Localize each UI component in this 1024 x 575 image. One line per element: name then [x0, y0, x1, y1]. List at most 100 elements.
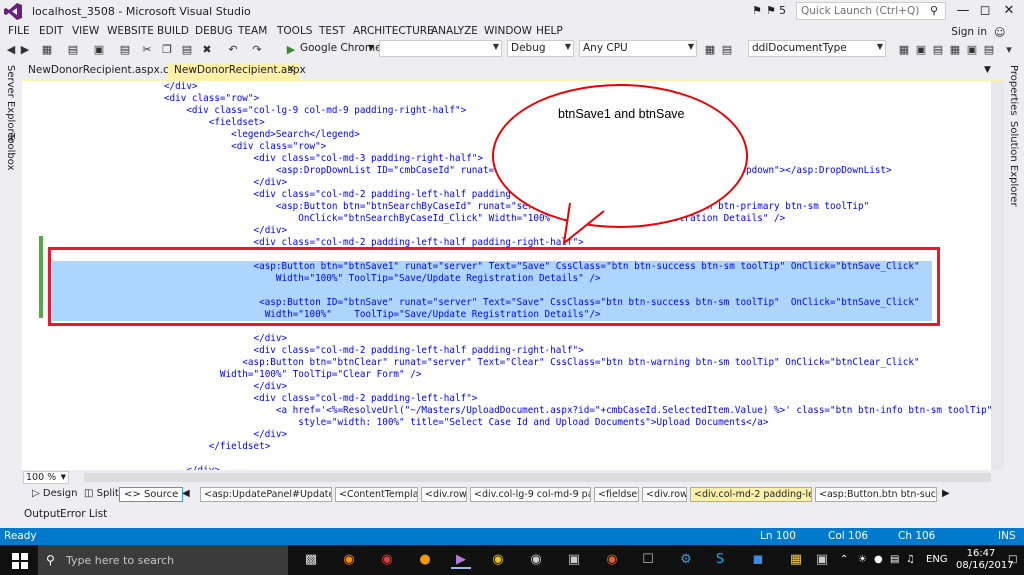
volume-icon[interactable]: ♫ [906, 554, 915, 565]
run-target-dropdown-icon[interactable]: ▼ [368, 43, 374, 52]
taskbar-search-input[interactable]: Type here to search [38, 545, 288, 575]
tab-output[interactable]: Output [24, 508, 60, 520]
tab-aspx[interactable]: NewDonorRecipient.aspx ✕ [168, 63, 306, 79]
breadcrumb-item[interactable]: <ContentTemplate> [335, 487, 418, 502]
close-icon[interactable]: ✕ [287, 64, 295, 75]
toolbar-icon[interactable]: ▤ [720, 43, 734, 56]
sign-in-link[interactable]: Sign in [951, 26, 987, 38]
zoom-combo[interactable]: 100 % ▼ [23, 471, 69, 484]
toolbar-icon[interactable]: ▦ [703, 43, 717, 56]
menu-debug[interactable]: DEBUG [195, 25, 233, 37]
app-icon[interactable]: ▣ [564, 551, 584, 569]
menu-edit[interactable]: EDIT [39, 25, 63, 37]
quick-launch-input[interactable]: Quick Launch (Ctrl+Q) [796, 2, 946, 20]
back-icon[interactable]: ◀ [4, 43, 18, 56]
breadcrumb-item[interactable]: <asp:Button.btn btn-succe...> [815, 487, 937, 502]
platform-combo[interactable]: Any CPU ▼ [579, 40, 697, 57]
properties-tab[interactable]: Properties [1008, 65, 1019, 116]
network-icon[interactable]: ▤ [890, 554, 899, 565]
toolbar-overflow-icon[interactable]: ▾ [1002, 43, 1016, 56]
breadcrumb-item[interactable]: <div.row> [642, 487, 687, 502]
account-icon[interactable]: ☺ [994, 26, 1005, 39]
format-icon[interactable]: ▣ [914, 43, 928, 56]
language-indicator[interactable]: ENG [926, 554, 948, 565]
tab-error-list[interactable]: Error List [60, 508, 107, 520]
breadcrumb-forward-icon[interactable]: ▶ [942, 488, 950, 499]
redo-icon[interactable]: ↷ [250, 43, 264, 56]
breadcrumb-item[interactable]: <div.col-lg-9 col-md-9 pa...> [470, 487, 591, 502]
app-icon[interactable]: ◉ [602, 551, 622, 569]
tab-dropdown-icon[interactable]: ▼ [984, 65, 991, 75]
format-icon[interactable]: ▤ [982, 43, 996, 56]
tray-icon[interactable]: ☀ [858, 554, 867, 565]
app-icon[interactable]: ▣ [812, 551, 832, 569]
app-icon[interactable]: ◼ [748, 551, 768, 569]
new-project-icon[interactable]: ▦ [40, 43, 54, 56]
menu-website[interactable]: WEBSITE [107, 25, 154, 37]
close-button[interactable]: ✕ [996, 1, 1022, 21]
copy-icon[interactable]: ❐ [160, 43, 174, 56]
server-explorer-tab[interactable]: Server Explorer [5, 65, 16, 143]
config-combo[interactable]: Debug ▼ [507, 40, 574, 57]
firefox-icon[interactable]: ◉ [339, 551, 359, 569]
menu-test[interactable]: TEST [319, 25, 345, 37]
menu-file[interactable]: FILE [8, 25, 30, 37]
start-debug-icon[interactable]: ▶ [284, 43, 298, 56]
menu-team[interactable]: TEAM [238, 25, 267, 37]
horizontal-scrollbar[interactable] [84, 473, 991, 482]
menu-architecture[interactable]: ARCHITECTURE [353, 25, 434, 37]
clock[interactable]: 16:47 08/16/2017 [956, 548, 1014, 572]
breadcrumb-item[interactable]: <asp:UpdatePanel#UpdatePa...> [200, 487, 332, 502]
source-view-button[interactable]: <> Source [119, 487, 184, 502]
save-icon[interactable]: ▣ [92, 43, 106, 56]
breadcrumb-item-active[interactable]: <div.col-md-2 padding-lef...> [690, 487, 812, 502]
paste-icon[interactable]: ▤ [180, 43, 194, 56]
tray-icon[interactable]: ● [874, 554, 883, 565]
split-view-button[interactable]: ◫ Split [80, 487, 123, 502]
notifications-icon[interactable]: ⚑ [766, 4, 776, 17]
solution-explorer-tab[interactable]: Solution Explorer [1008, 121, 1019, 207]
delete-icon[interactable]: ✖ [200, 43, 214, 56]
menu-window[interactable]: WINDOW [484, 25, 532, 37]
open-icon[interactable]: ▤ [66, 43, 80, 56]
app-icon[interactable]: ◉ [377, 551, 397, 569]
file-explorer-icon[interactable]: ▦ [786, 551, 806, 569]
app-icon[interactable]: ● [415, 551, 435, 569]
solution-config-combo[interactable]: ▼ [379, 40, 502, 57]
save-all-icon[interactable]: ▤ [118, 43, 132, 56]
design-view-button[interactable]: ▷ Design [28, 487, 81, 502]
notification-flag-icon[interactable]: ⚑ [752, 4, 762, 17]
element-combo[interactable]: ddlDocumentType ▼ [748, 40, 886, 57]
windows-start-icon[interactable] [12, 553, 28, 569]
settings-icon[interactable]: ⚙ [676, 551, 696, 569]
forward-icon[interactable]: ▶ [18, 43, 32, 56]
maximize-button[interactable]: ◻ [972, 1, 998, 21]
format-icon[interactable]: ▦ [897, 43, 911, 56]
code-line: <div class="col-md-2 padding-left-half p… [52, 189, 584, 200]
menu-analyze[interactable]: ANALYZE [431, 25, 478, 37]
breadcrumb-item[interactable]: <div.row> [421, 487, 467, 502]
undo-icon[interactable]: ↶ [226, 43, 240, 56]
notifications-icon[interactable]: □ [1008, 554, 1017, 565]
menu-build[interactable]: BUILD [157, 25, 189, 37]
visual-studio-icon[interactable]: ▶ [451, 551, 471, 569]
task-view-icon[interactable]: ▩ [301, 551, 321, 569]
tab-code-behind[interactable]: NewDonorRecipient.aspx.cs [22, 63, 174, 79]
cut-icon[interactable]: ✂ [140, 43, 154, 56]
skype-icon[interactable]: S [710, 551, 730, 569]
format-icon[interactable]: ▣ [965, 43, 979, 56]
app-icon[interactable]: ◉ [526, 551, 546, 569]
code-line: <div class="col-md-2 padding-left-half p… [52, 345, 584, 356]
menu-help[interactable]: HELP [536, 25, 563, 37]
chrome-icon[interactable]: ◉ [488, 551, 508, 569]
vertical-scrollbar[interactable] [991, 81, 1004, 470]
breadcrumb-back-icon[interactable]: ◀ [182, 488, 190, 499]
tray-chevron-icon[interactable]: ⌃ [840, 554, 848, 565]
breadcrumb-item[interactable]: <fieldset> [594, 487, 639, 502]
app-icon[interactable]: ☐ [638, 551, 658, 569]
toolbox-tab[interactable]: Toolbox [5, 133, 16, 171]
format-icon[interactable]: ▤ [931, 43, 945, 56]
format-icon[interactable]: ▦ [948, 43, 962, 56]
menu-view[interactable]: VIEW [72, 25, 99, 37]
menu-tools[interactable]: TOOLS [277, 25, 312, 37]
